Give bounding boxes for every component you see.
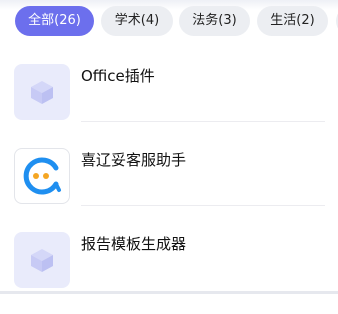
plugin-title: 喜辽妥客服助手: [81, 151, 187, 169]
tab-law[interactable]: 法务(3): [179, 6, 250, 36]
plugin-thumbnail: [14, 148, 70, 204]
headset-logo-icon: [23, 157, 61, 195]
plugin-item-report-generator[interactable]: 报告模板生成器: [0, 230, 338, 314]
plugin-item-office[interactable]: Office插件: [0, 62, 338, 146]
cube-placeholder-icon: [31, 249, 53, 272]
divider: [81, 205, 325, 206]
category-tabs: 全部(26) 学术(4) 法务(3) 生活(2): [0, 6, 338, 38]
divider: [81, 121, 325, 122]
tab-life[interactable]: 生活(2): [257, 6, 328, 36]
plugin-title: Office插件: [81, 67, 155, 85]
tab-all[interactable]: 全部(26): [15, 6, 94, 36]
plugin-item-service-assistant[interactable]: 喜辽妥客服助手: [0, 146, 338, 230]
plugin-title: 报告模板生成器: [81, 235, 187, 253]
tab-academic[interactable]: 学术(4): [101, 6, 173, 36]
plugin-thumbnail: [14, 232, 70, 288]
cube-placeholder-icon: [31, 81, 53, 104]
plugin-thumbnail: [14, 64, 70, 120]
